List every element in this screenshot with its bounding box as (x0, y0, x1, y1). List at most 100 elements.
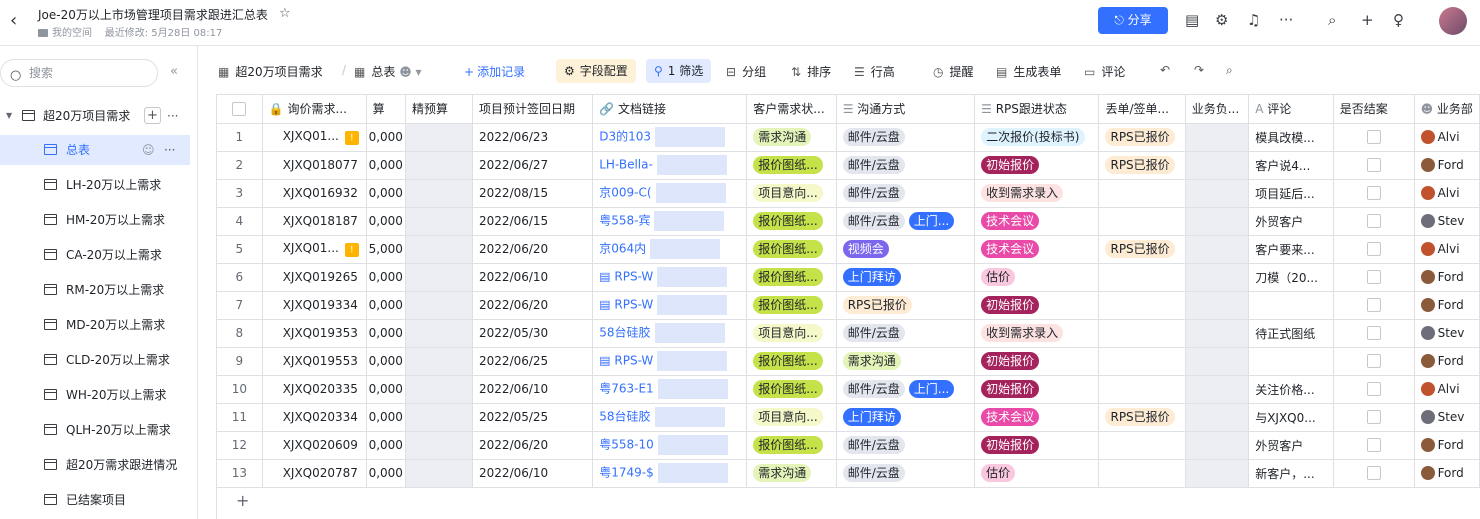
budget-cell[interactable]: 5,000 (366, 235, 406, 264)
table-row[interactable]: 13 XJXQ020787 0,000 2022/06/10 粤1749-$ 需求沟通 邮件… (217, 459, 1480, 488)
inquiry-id[interactable]: XJXQ020334 (262, 403, 367, 432)
lost-won-cell[interactable] (1098, 263, 1186, 292)
sign-date-cell[interactable]: 2022/08/15 (472, 179, 594, 208)
lost-won-cell[interactable] (1098, 347, 1186, 376)
comment-cell[interactable]: 项目延后... (1248, 179, 1334, 208)
rps-status-cell[interactable]: 估价 (974, 459, 1100, 488)
more-icon[interactable]: ··· (1279, 11, 1293, 29)
table-row[interactable]: 6 XJXQ019265 0,000 2022/06/10 ▤ RPS-W 报价图纸...… (217, 263, 1480, 292)
owner-cell[interactable] (1185, 123, 1250, 152)
dept-cell[interactable]: Ford (1414, 291, 1480, 320)
doc-link-cell[interactable]: LH-Bella- (592, 151, 748, 180)
doc-link-cell[interactable]: 粤558-宾 (592, 207, 748, 236)
doc-link-cell[interactable]: 粤558-10 (592, 431, 748, 460)
undo-icon[interactable]: ↶ (1160, 63, 1170, 77)
customer-status-cell[interactable]: 报价图纸... (746, 431, 837, 460)
precise-budget-cell[interactable] (405, 179, 474, 208)
rps-status-cell[interactable]: 二次报价(投标书) (974, 123, 1100, 152)
caret-down-icon[interactable]: ▼ (6, 101, 12, 131)
precise-budget-cell[interactable] (405, 319, 474, 348)
comm-method-cell[interactable]: 邮件/云盘 (836, 459, 976, 488)
closed-checkbox[interactable] (1333, 347, 1415, 376)
rps-status-cell[interactable]: 初始报价 (974, 347, 1100, 376)
owner-cell[interactable] (1185, 179, 1250, 208)
col-header-closed[interactable]: 是否结案 (1333, 95, 1415, 124)
customer-status-cell[interactable]: 报价图纸... (746, 151, 837, 180)
owner-cell[interactable] (1185, 459, 1250, 488)
inquiry-id[interactable]: XJXQ020609 (262, 431, 367, 460)
budget-cell[interactable]: 0,000 (366, 179, 406, 208)
closed-checkbox[interactable] (1333, 403, 1415, 432)
sidebar-item[interactable]: QLH-20万以上需求 (0, 415, 190, 445)
doc-link-cell[interactable]: ▤ RPS-W (592, 291, 748, 320)
comm-method-cell[interactable]: 视频会 (836, 235, 976, 264)
rps-status-cell[interactable]: 收到需求录入 (974, 319, 1100, 348)
table-row[interactable]: 4 XJXQ018187 0,000 2022/06/15 粤558-宾 报价图纸... 邮… (217, 207, 1480, 236)
doc-link-cell[interactable]: 58台硅胶 (592, 319, 748, 348)
comm-method-cell[interactable]: 邮件/云盘 (836, 151, 976, 180)
comment-cell[interactable]: 关注价格... (1248, 375, 1334, 404)
col-header-comment[interactable]: A 评论 (1248, 95, 1334, 124)
customer-status-cell[interactable]: 报价图纸... (746, 375, 837, 404)
col-header-dept[interactable]: ☻ 业务部 (1414, 95, 1480, 124)
comm-method-cell[interactable]: 上门拜访 (836, 403, 976, 432)
table-row[interactable]: 8 XJXQ019353 0,000 2022/05/30 58台硅胶 项目意向... 邮件… (217, 319, 1480, 348)
star-icon[interactable]: ☆ (279, 6, 291, 21)
dept-cell[interactable]: Alvi (1414, 235, 1480, 264)
rps-status-cell[interactable]: 估价 (974, 263, 1100, 292)
add-view-icon[interactable]: + (144, 107, 161, 124)
budget-cell[interactable]: 0,000 (366, 375, 406, 404)
remind-button[interactable]: ◷ 提醒 (933, 63, 974, 80)
dept-cell[interactable]: Ford (1414, 347, 1480, 376)
owner-cell[interactable] (1185, 319, 1250, 348)
closed-checkbox[interactable] (1333, 263, 1415, 292)
comm-method-cell[interactable]: 上门拜访 (836, 263, 976, 292)
closed-checkbox[interactable] (1333, 291, 1415, 320)
find-icon[interactable]: ⌕ (1226, 63, 1233, 78)
table-row[interactable]: 10 XJXQ020335 0,000 2022/06/10 粤763-E1 报价图纸..… (217, 375, 1480, 404)
table-row[interactable]: 12 XJXQ020609 0,000 2022/06/20 粤558-10 报价图纸..… (217, 431, 1480, 460)
budget-cell[interactable]: 0,000 (366, 347, 406, 376)
comment-cell[interactable]: 新客户，... (1248, 459, 1334, 488)
comm-method-cell[interactable]: 邮件/云盘 (836, 179, 976, 208)
rps-status-cell[interactable]: 初始报价 (974, 151, 1100, 180)
precise-budget-cell[interactable] (405, 263, 474, 292)
customer-status-cell[interactable]: 项目意向... (746, 403, 837, 432)
sign-date-cell[interactable]: 2022/05/30 (472, 319, 594, 348)
doc-link-cell[interactable]: ▤ RPS-W (592, 263, 748, 292)
sign-date-cell[interactable]: 2022/06/20 (472, 431, 594, 460)
customer-status-cell[interactable]: 报价图纸... (746, 263, 837, 292)
dept-cell[interactable]: Ford (1414, 263, 1480, 292)
inquiry-id[interactable]: XJXQ020335 (262, 375, 367, 404)
dept-cell[interactable]: Stev (1414, 207, 1480, 236)
closed-checkbox[interactable] (1333, 123, 1415, 152)
budget-cell[interactable]: 0,000 (366, 207, 406, 236)
sidebar-item[interactable]: CA-20万以上需求 (0, 240, 190, 270)
lost-won-cell[interactable] (1098, 375, 1186, 404)
sort-button[interactable]: ⇅ 排序 (791, 63, 831, 80)
budget-cell[interactable]: 0,000 (366, 123, 406, 152)
sign-date-cell[interactable]: 2022/06/15 (472, 207, 594, 236)
budget-cell[interactable]: 0,000 (366, 151, 406, 180)
sign-date-cell[interactable]: 2022/06/27 (472, 151, 594, 180)
rps-status-cell[interactable]: 初始报价 (974, 291, 1100, 320)
comment-cell[interactable] (1248, 291, 1334, 320)
view-switcher[interactable]: ▦ 总表 ☻ ▾ (354, 63, 422, 80)
search-input[interactable]: ○ 搜索 (0, 59, 158, 87)
precise-budget-cell[interactable] (405, 207, 474, 236)
sidebar-item[interactable]: MD-20万以上需求 (0, 310, 190, 340)
row-height-button[interactable]: ☰ 行高 (854, 63, 895, 80)
owner-cell[interactable] (1185, 431, 1250, 460)
rps-status-cell[interactable]: 技术会议 (974, 235, 1100, 264)
closed-checkbox[interactable] (1333, 375, 1415, 404)
sign-date-cell[interactable]: 2022/06/20 (472, 235, 594, 264)
more-icon[interactable]: ··· (164, 135, 175, 165)
customer-status-cell[interactable]: 报价图纸... (746, 291, 837, 320)
precise-budget-cell[interactable] (405, 403, 474, 432)
rps-status-cell[interactable]: 收到需求录入 (974, 179, 1100, 208)
bulb-icon[interactable]: ♀ (1393, 11, 1404, 29)
add-record-button[interactable]: + 添加记录 (464, 63, 525, 80)
add-row-icon[interactable]: + (236, 491, 249, 510)
doc-link-cell[interactable]: 京064内 (592, 235, 748, 264)
customer-status-cell[interactable]: 报价图纸... (746, 235, 837, 264)
